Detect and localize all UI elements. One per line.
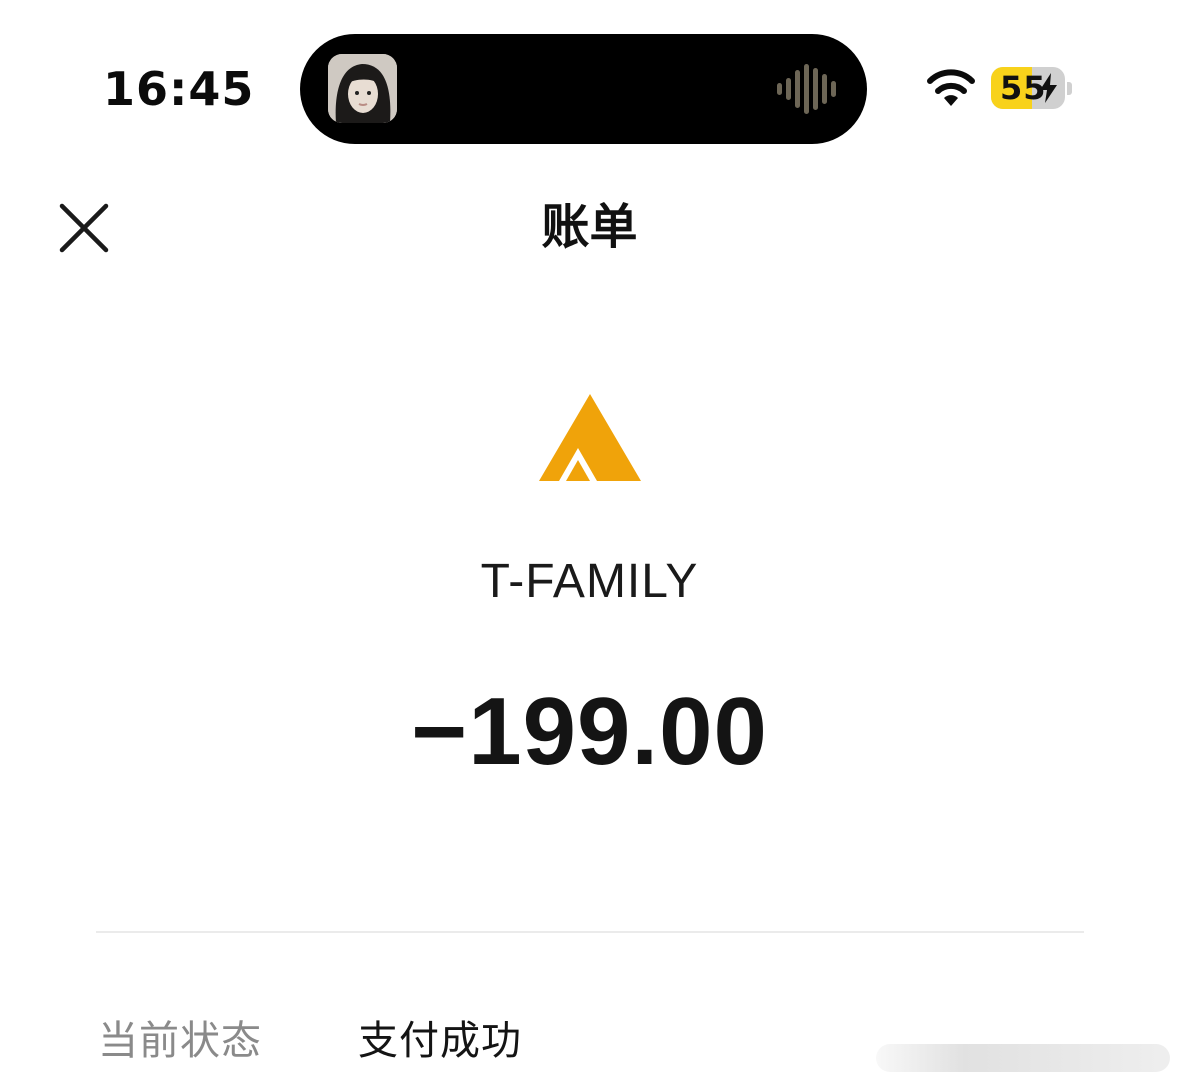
divider: [96, 931, 1084, 933]
watermark: [876, 1044, 1170, 1072]
wifi-icon: [927, 69, 975, 106]
bill-detail-screen: 16:45 55 账单 T-FAMILY −199.00 当前状态 支付成功: [0, 0, 1179, 1084]
status-value: 支付成功: [358, 1018, 522, 1064]
charging-bolt-icon: [1040, 73, 1057, 103]
status-time: 16:45: [103, 62, 255, 116]
dynamic-island[interactable]: [300, 34, 867, 144]
avatar[interactable]: [328, 54, 397, 123]
page-title: 账单: [541, 199, 638, 255]
avatar-thumbnail: [328, 54, 397, 123]
audio-waveform-icon: [777, 64, 836, 114]
battery-indicator: 55: [991, 67, 1065, 109]
status-label: 当前状态: [98, 1018, 262, 1064]
merchant-name: T-FAMILY: [480, 555, 699, 608]
battery-cap: [1067, 82, 1072, 95]
merchant-triangle-logo: [539, 394, 641, 481]
transaction-amount: −199.00: [411, 678, 768, 785]
